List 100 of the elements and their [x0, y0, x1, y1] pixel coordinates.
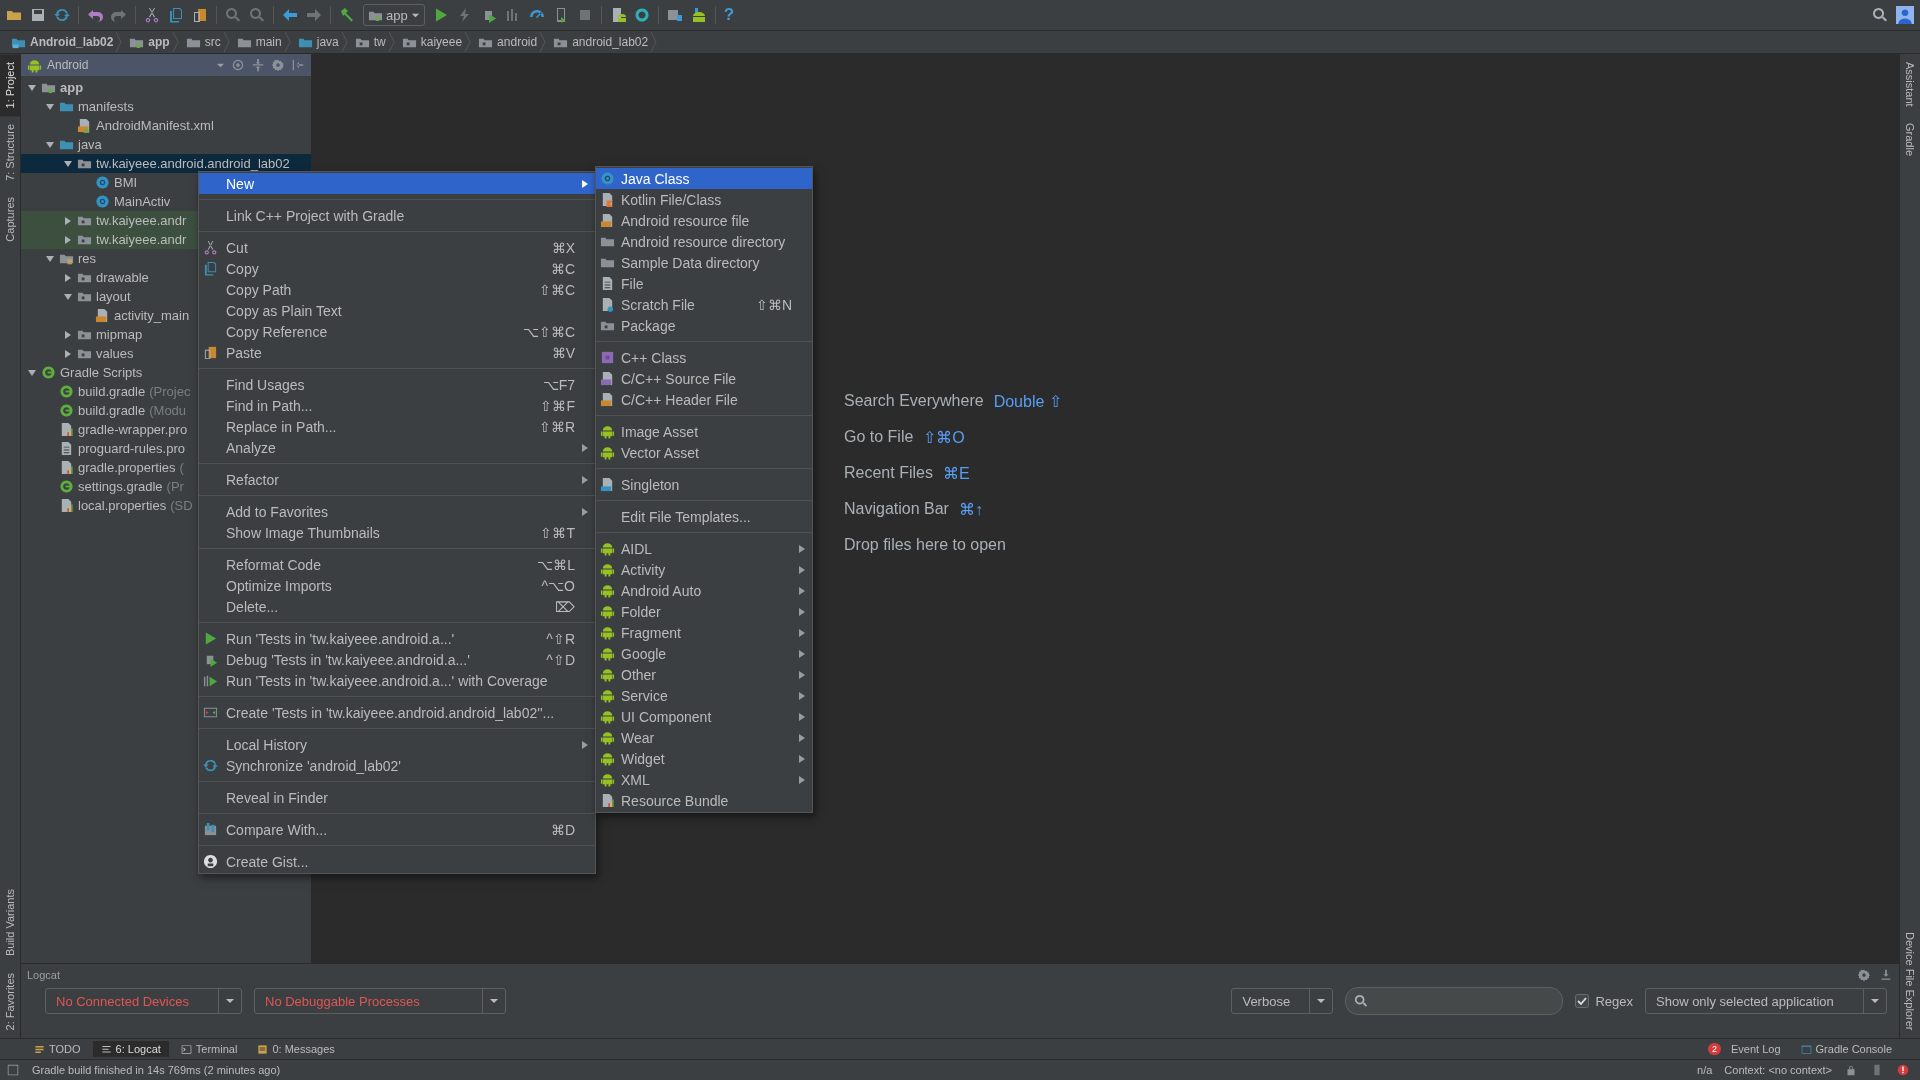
expand-arrow-icon[interactable] — [27, 82, 37, 93]
gradle-sync-icon[interactable] — [633, 7, 650, 23]
menu-item[interactable]: Singleton — [596, 474, 812, 495]
tool-window-tab[interactable]: Device File Explorer — [1900, 923, 1920, 1038]
menu-item[interactable]: Synchronize 'android_lab02' — [199, 755, 595, 776]
menu-item[interactable]: AIDL — [596, 538, 812, 559]
menu-item[interactable]: Android Auto — [596, 580, 812, 601]
menu-item[interactable]: C/C++ Header File — [596, 389, 812, 410]
menu-item[interactable]: Reformat Code ⌥⌘L — [199, 554, 595, 575]
regex-checkbox[interactable]: Regex — [1575, 993, 1633, 1009]
menu-item[interactable]: C/C++ Source File — [596, 368, 812, 389]
breadcrumb-item[interactable]: android_lab02 — [550, 34, 652, 50]
tree-item[interactable]: app — [21, 78, 311, 97]
menu-item[interactable]: Analyze — [199, 437, 595, 458]
menu-item[interactable]: Google — [596, 643, 812, 664]
forward-arrow-icon[interactable] — [306, 7, 322, 23]
menu-item[interactable]: Fragment — [596, 622, 812, 643]
breadcrumb-item[interactable]: tw — [351, 34, 389, 50]
menu-item[interactable]: Copy ⌘C — [199, 258, 595, 279]
menu-item[interactable]: UI Component — [596, 706, 812, 727]
expand-arrow-icon[interactable] — [63, 329, 73, 340]
run-configuration-dropdown[interactable]: app — [363, 4, 425, 26]
minimize-icon[interactable] — [1879, 968, 1893, 982]
menu-item[interactable]: Debug 'Tests in 'tw.kaiyeee.android.a...' ^⇧D — [199, 649, 595, 670]
menu-item[interactable]: Kotlin File/Class — [596, 189, 812, 210]
expand-arrow-icon[interactable] — [27, 367, 37, 378]
process-dropdown[interactable]: No Debuggable Processes — [254, 988, 506, 1014]
save-icon[interactable] — [30, 7, 46, 23]
expand-arrow-icon[interactable] — [63, 272, 73, 283]
menu-item[interactable]: Replace in Path... ⇧⌘R — [199, 416, 595, 437]
menu-item[interactable]: Service — [596, 685, 812, 706]
expand-arrow-icon[interactable] — [63, 291, 73, 302]
breadcrumb-item[interactable]: android — [475, 34, 541, 50]
redo-icon[interactable] — [111, 7, 127, 23]
tool-window-tab[interactable]: 2: Favorites — [0, 964, 20, 1038]
user-avatar-icon[interactable] — [1896, 6, 1914, 24]
tool-window-tab[interactable]: Terminal — [172, 1041, 246, 1057]
breadcrumb-item[interactable]: app — [126, 34, 173, 50]
menu-item[interactable]: Sample Data directory — [596, 252, 812, 273]
menu-item[interactable]: Refactor — [199, 469, 595, 490]
tool-window-tab[interactable]: Captures — [0, 189, 20, 250]
menu-item[interactable]: Java Class — [596, 168, 812, 189]
tool-window-tab[interactable]: Assistant — [1900, 54, 1920, 115]
menu-item[interactable]: Local History — [199, 734, 595, 755]
menu-item[interactable]: Activity — [596, 559, 812, 580]
toggle-panels-icon[interactable] — [6, 1063, 20, 1077]
breadcrumb-item[interactable]: main — [233, 34, 285, 50]
copy-icon[interactable] — [168, 7, 184, 23]
tool-window-tab[interactable]: 1: Project — [0, 54, 20, 117]
menu-item[interactable]: Android resource directory — [596, 231, 812, 252]
expand-arrow-icon[interactable] — [45, 139, 55, 150]
paste-icon[interactable] — [192, 7, 208, 23]
menu-item[interactable]: C++ Class — [596, 347, 812, 368]
menu-item[interactable]: Copy Reference ⌥⇧⌘C — [199, 321, 595, 342]
expand-arrow-icon[interactable] — [45, 101, 55, 112]
search-field[interactable] — [1345, 987, 1564, 1015]
menu-item[interactable]: Package — [596, 315, 812, 336]
expand-arrow-icon[interactable] — [63, 215, 73, 226]
undo-icon[interactable] — [87, 7, 103, 23]
project-structure-icon[interactable] — [666, 7, 683, 23]
collapse-all-icon[interactable] — [251, 58, 265, 72]
menu-item[interactable]: Compare With... ⌘D — [199, 819, 595, 840]
menu-item[interactable]: Vector Asset — [596, 442, 812, 463]
expand-arrow-icon[interactable] — [45, 253, 55, 264]
menu-item[interactable]: Scratch File ⇧⌘N — [596, 294, 812, 315]
breadcrumb-item[interactable]: kaiyeee — [398, 34, 466, 50]
menu-item[interactable]: XML — [596, 769, 812, 790]
settings-icon[interactable] — [1857, 968, 1871, 982]
menu-item[interactable]: Add to Favorites — [199, 501, 595, 522]
help-button[interactable]: ? — [723, 5, 735, 25]
tool-window-tab[interactable]: Event Log — [1723, 1041, 1789, 1057]
menu-item[interactable]: Wear — [596, 727, 812, 748]
menu-item[interactable]: Widget — [596, 748, 812, 769]
back-arrow-icon[interactable] — [282, 7, 298, 23]
log-level-dropdown[interactable]: Verbose — [1231, 988, 1334, 1014]
menu-item[interactable]: Edit File Templates... — [596, 506, 812, 527]
menu-item[interactable]: Other — [596, 664, 812, 685]
expand-arrow-icon[interactable] — [63, 158, 73, 169]
breadcrumb-item[interactable]: Android_lab02 — [8, 34, 117, 50]
hammer-icon[interactable] — [339, 7, 355, 23]
tool-window-tab[interactable]: 0: Messages — [249, 1041, 343, 1057]
menu-item[interactable]: New — [199, 173, 595, 194]
tool-window-tab[interactable]: Gradle Console — [1792, 1041, 1900, 1057]
tree-item[interactable]: tw.kaiyeee.android.android_lab02 — [21, 154, 311, 173]
menu-item[interactable]: Copy Path ⇧⌘C — [199, 279, 595, 300]
search-icon[interactable] — [1872, 7, 1888, 23]
target-icon[interactable] — [231, 58, 245, 72]
tree-item[interactable]: java — [21, 135, 311, 154]
search-icon[interactable] — [225, 7, 241, 23]
menu-item[interactable]: Delete... ⌦ — [199, 596, 595, 617]
menu-item[interactable]: Android resource file — [596, 210, 812, 231]
menu-item[interactable]: Run 'Tests in 'tw.kaiyeee.android.a...' with Coverage — [199, 670, 595, 691]
menu-item[interactable]: Paste ⌘V — [199, 342, 595, 363]
sync-icon[interactable] — [54, 7, 70, 23]
menu-item[interactable]: Create Gist... — [199, 851, 595, 872]
menu-item[interactable]: File — [596, 273, 812, 294]
tool-window-tab[interactable]: 7: Structure — [0, 116, 20, 190]
breadcrumb-item[interactable]: java — [294, 34, 342, 50]
replace-icon[interactable] — [249, 7, 265, 23]
filter-dropdown[interactable]: Show only selected application — [1645, 988, 1887, 1014]
